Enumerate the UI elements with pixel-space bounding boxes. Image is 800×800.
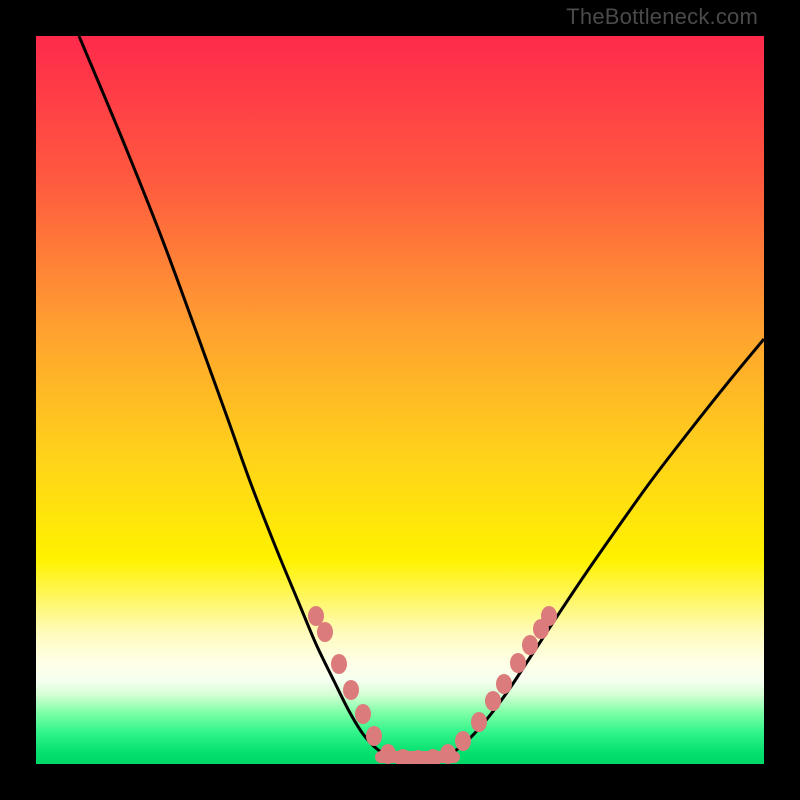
data-marker: [496, 674, 512, 694]
data-marker: [510, 653, 526, 673]
data-marker: [317, 622, 333, 642]
curve-left-curve: [79, 36, 406, 762]
data-marker: [541, 606, 557, 626]
watermark-text: TheBottleneck.com: [566, 4, 758, 30]
curve-right-curve: [431, 339, 764, 762]
data-marker: [455, 731, 471, 751]
chart-frame: [36, 36, 764, 764]
data-marker: [331, 654, 347, 674]
data-marker: [355, 704, 371, 724]
data-marker: [366, 726, 382, 746]
data-marker: [343, 680, 359, 700]
chart-canvas: [36, 36, 764, 764]
marker-group: [308, 606, 557, 764]
data-marker: [485, 691, 501, 711]
data-marker: [440, 744, 456, 764]
data-marker: [522, 635, 538, 655]
data-marker: [471, 712, 487, 732]
series-group: [79, 36, 764, 762]
data-marker: [380, 744, 396, 764]
